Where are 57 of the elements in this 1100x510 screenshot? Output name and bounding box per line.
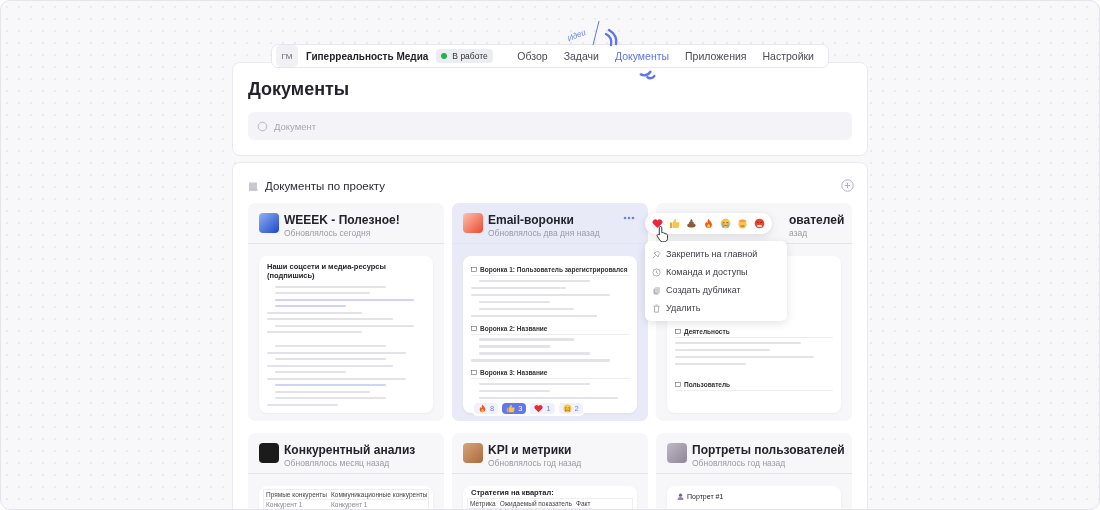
card-title: Email-воронки <box>488 213 575 228</box>
project-avatar: ГМ <box>276 45 298 67</box>
book-icon <box>248 180 259 191</box>
window-icon <box>675 329 681 334</box>
nav-tab[interactable]: Задачи <box>563 50 599 62</box>
updated-label: Обновлялось месяц назад <box>284 458 391 469</box>
card-title: WEEEK - Полезное! <box>284 213 400 228</box>
nav-tab[interactable]: Настройки <box>762 50 814 62</box>
photo-placeholder <box>463 443 483 463</box>
crying-face-icon[interactable] <box>720 218 731 229</box>
project-name: Гиперреальность Медиа <box>306 50 429 62</box>
pin-icon <box>652 249 661 259</box>
menu-item[interactable]: Удалить <box>645 299 787 317</box>
photo-placeholder <box>259 213 279 233</box>
menu-item[interactable]: Команда и доступы <box>645 263 787 281</box>
crying-face-icon <box>562 404 572 413</box>
add-icon[interactable] <box>841 179 854 192</box>
clock-icon <box>652 267 661 277</box>
updated-label: Обновлялось два дня назад <box>488 228 600 239</box>
doodle-label: Идеи <box>566 27 588 44</box>
window-icon <box>471 325 477 331</box>
nav-tab[interactable]: Приложения <box>685 50 747 62</box>
page-title: Документы <box>248 79 351 100</box>
fire-icon <box>478 404 487 413</box>
updated-label: Обновлялось год назад <box>692 458 787 469</box>
link-line-drawing <box>275 305 347 308</box>
heart-icon <box>534 404 544 413</box>
updated-label: азад <box>789 228 809 239</box>
card-title: Портреты пользователей <box>692 443 845 458</box>
window-icon <box>675 382 681 387</box>
search-icon <box>257 120 268 132</box>
photo-placeholder <box>667 443 687 463</box>
person-icon <box>677 493 684 500</box>
trash-icon <box>652 303 661 313</box>
more-icon <box>623 216 635 220</box>
poop-icon[interactable] <box>686 218 697 229</box>
window-icon <box>471 370 477 375</box>
thumbs-up-icon[interactable] <box>669 218 680 229</box>
menu-item[interactable]: Создать дубликат <box>645 281 787 299</box>
updated-label: Обновлялось год назад <box>488 458 582 469</box>
nav-tab[interactable]: Документы <box>614 50 670 62</box>
photo-placeholder <box>259 443 279 463</box>
nav-tab[interactable]: Обзор <box>517 50 548 62</box>
window-icon <box>471 267 477 272</box>
heart-icon[interactable] <box>652 218 663 229</box>
status-badge: В работе <box>436 49 493 63</box>
card-title: KPI и метрики <box>488 443 573 458</box>
updated-label: Обновлялось сегодня <box>284 228 372 239</box>
fire-icon[interactable] <box>703 218 714 229</box>
angry-face-icon[interactable] <box>754 218 765 229</box>
photo-placeholder <box>463 213 483 233</box>
copy-icon <box>652 285 661 295</box>
thumbs-up-icon <box>506 404 516 413</box>
card-title: ователей <box>789 213 845 228</box>
card-title: Конкурентный анализ <box>284 443 416 458</box>
section-title: Документы по проекту <box>265 179 385 192</box>
menu-item[interactable]: Закрепить на главной <box>645 245 787 263</box>
